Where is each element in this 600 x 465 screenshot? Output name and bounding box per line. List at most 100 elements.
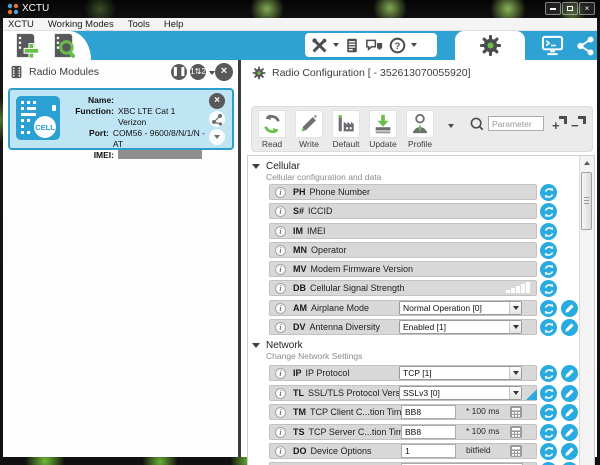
refresh-param-button[interactable]: [540, 404, 557, 421]
refresh-param-button[interactable]: [540, 319, 557, 336]
info-icon[interactable]: i: [275, 282, 286, 294]
param-bar[interactable]: i DB Cellular Signal Strength: [269, 280, 537, 296]
scrollbar-thumb[interactable]: [581, 172, 592, 230]
maximize-button[interactable]: [562, 2, 578, 15]
param-row-ts[interactable]: i TS TCP Server C...tion Timeout * 100 m…: [248, 424, 580, 441]
connection-settings-button[interactable]: [209, 111, 225, 127]
write-param-button[interactable]: [561, 300, 578, 317]
expand-sections-button[interactable]: +: [552, 116, 567, 132]
param-row-do[interactable]: i DO Device Options bitfield: [248, 443, 580, 460]
write-param-button[interactable]: [561, 365, 578, 382]
refresh-param-button[interactable]: [540, 280, 557, 297]
param-bar[interactable]: i IM IMEI: [269, 223, 537, 239]
param-bar[interactable]: i PH Phone Number: [269, 184, 537, 200]
refresh-param-button[interactable]: [540, 300, 557, 317]
ip-protocol-dropdown[interactable]: TCP [1]: [399, 366, 522, 380]
parameter-search-input[interactable]: [488, 116, 544, 131]
ssl-tls-version-dropdown[interactable]: SSLv3 [0]: [399, 386, 522, 400]
info-icon[interactable]: i: [275, 445, 286, 457]
param-row-db[interactable]: i DB Cellular Signal Strength: [248, 280, 580, 297]
menu-tools[interactable]: Tools: [128, 19, 150, 30]
param-row-ph[interactable]: i PH Phone Number: [248, 184, 580, 201]
param-row-s#[interactable]: i S# ICCID: [248, 203, 580, 220]
tab-configuration[interactable]: [455, 31, 525, 60]
param-bar[interactable]: i MN Operator: [269, 242, 537, 258]
param-bar[interactable]: i S# ICCID: [269, 203, 537, 219]
menu-working-modes[interactable]: Working Modes: [48, 19, 114, 30]
minimize-button[interactable]: [545, 2, 561, 15]
param-bar[interactable]: i MV Modem Firmware Version: [269, 261, 537, 277]
write-param-button[interactable]: [561, 404, 578, 421]
section-cellular-header[interactable]: Cellular: [252, 161, 300, 172]
vertical-scrollbar[interactable]: [579, 156, 594, 465]
dropdown-caret-icon[interactable]: [509, 302, 521, 314]
discover-modules-button[interactable]: [51, 32, 78, 59]
default-button[interactable]: [332, 110, 360, 138]
tools-menu-caret-icon[interactable]: [333, 43, 339, 47]
add-module-button[interactable]: [13, 32, 40, 59]
menu-help[interactable]: Help: [164, 19, 184, 30]
tab-network[interactable]: [574, 31, 597, 60]
write-param-button[interactable]: [561, 424, 578, 441]
refresh-param-button[interactable]: [540, 261, 557, 278]
write-button[interactable]: [295, 110, 323, 138]
param-row-tl[interactable]: i TL SSL/TLS Protocol Version SSLv3 [0]: [248, 385, 580, 402]
refresh-param-button[interactable]: [540, 365, 557, 382]
param-row-mv[interactable]: i MV Modem Firmware Version: [248, 261, 580, 278]
refresh-param-button[interactable]: [540, 385, 557, 402]
read-button[interactable]: [258, 110, 286, 138]
remove-module-button[interactable]: ×: [209, 93, 225, 109]
antenna-diversity-dropdown[interactable]: Enabled [1]: [399, 320, 522, 334]
write-param-button[interactable]: [561, 385, 578, 402]
airplane-mode-dropdown[interactable]: Normal Operation [0]: [399, 301, 522, 315]
write-param-button[interactable]: [561, 443, 578, 460]
info-icon[interactable]: i: [275, 321, 286, 333]
calculator-icon[interactable]: [510, 445, 522, 457]
dropdown-caret-icon[interactable]: [509, 321, 521, 333]
tools-menu-icon[interactable]: [311, 37, 328, 54]
refresh-param-button[interactable]: [540, 223, 557, 240]
refresh-param-button[interactable]: [540, 443, 557, 460]
info-icon[interactable]: i: [275, 244, 286, 256]
info-icon[interactable]: i: [275, 387, 286, 399]
param-row-tm[interactable]: i TM TCP Client C...tion Timeout * 100 m…: [248, 404, 580, 421]
info-icon[interactable]: i: [275, 426, 286, 438]
help-icon[interactable]: ?: [389, 37, 406, 54]
close-button[interactable]: ×: [579, 2, 595, 15]
refresh-param-button[interactable]: [540, 184, 557, 201]
info-icon[interactable]: i: [275, 225, 286, 237]
help-caret-icon[interactable]: [411, 43, 417, 47]
info-icon[interactable]: i: [275, 263, 286, 275]
profile-caret-icon[interactable]: [448, 124, 454, 128]
info-icon[interactable]: i: [275, 186, 286, 198]
expand-module-button[interactable]: [209, 129, 225, 145]
write-param-button[interactable]: [561, 319, 578, 336]
sort-modules-button[interactable]: 1⇅2: [190, 64, 206, 80]
scroll-up-button[interactable]: [580, 156, 594, 169]
remove-all-modules-button[interactable]: ×: [215, 63, 233, 81]
tcp-server-timeout-input[interactable]: [401, 425, 456, 439]
calculator-icon[interactable]: [510, 426, 522, 438]
info-icon[interactable]: i: [275, 302, 286, 314]
param-row-am[interactable]: i AM Airplane Mode Normal Operation [0]: [248, 300, 580, 317]
info-icon[interactable]: i: [275, 406, 286, 418]
refresh-param-button[interactable]: [540, 424, 557, 441]
session-log-icon[interactable]: [344, 37, 360, 54]
param-row-dv[interactable]: i DV Antenna Diversity Enabled [1]: [248, 319, 580, 336]
menu-xctu[interactable]: XCTU: [8, 19, 34, 30]
tcp-client-timeout-input[interactable]: [401, 405, 456, 419]
refresh-param-button[interactable]: [540, 242, 557, 259]
dropdown-caret-icon[interactable]: [509, 367, 521, 379]
section-network-header[interactable]: Network: [252, 340, 303, 351]
radio-module-card[interactable]: CELL Name: Function: XBC LTE Cat 1 Verizo…: [8, 88, 234, 160]
refresh-param-button[interactable]: [540, 203, 557, 220]
info-icon[interactable]: i: [275, 205, 286, 217]
collapse-sections-button[interactable]: −: [571, 116, 586, 132]
update-button[interactable]: [369, 110, 397, 138]
dropdown-caret-icon[interactable]: [509, 387, 521, 399]
calculator-icon[interactable]: [510, 406, 522, 418]
feedback-icon[interactable]: [365, 37, 384, 54]
param-row-im[interactable]: i IM IMEI: [248, 223, 580, 240]
tab-consoles[interactable]: [530, 31, 574, 60]
toggle-view-button[interactable]: ❚❚: [171, 64, 187, 80]
